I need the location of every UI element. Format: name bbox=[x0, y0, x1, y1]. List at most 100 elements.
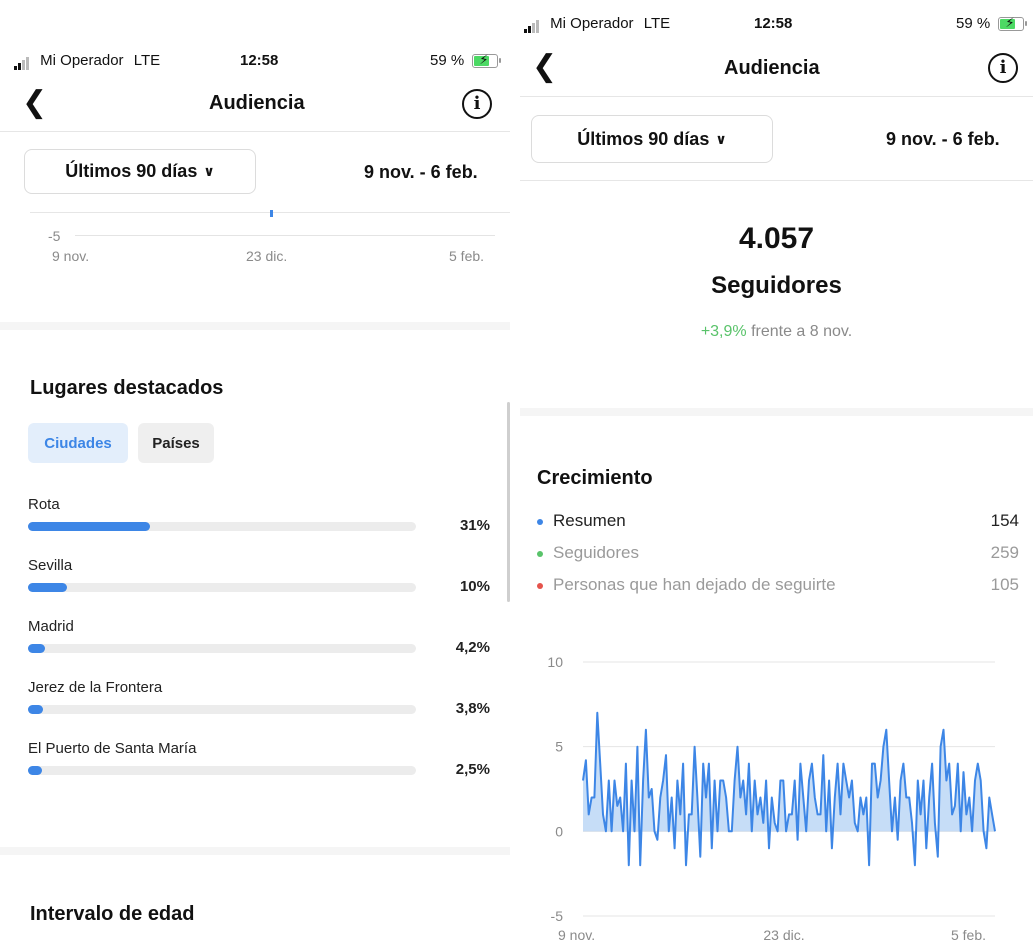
legend-row: Resumen 154 bbox=[537, 511, 1019, 531]
battery-icon: ⚡ bbox=[472, 52, 502, 69]
section-separator bbox=[0, 847, 510, 855]
legend-label: Personas que han dejado de seguirte bbox=[553, 575, 836, 594]
legend-value: 105 bbox=[990, 575, 1019, 594]
carrier-name: Mi Operador bbox=[550, 15, 634, 32]
date-range-dropdown[interactable]: Últimos 90 días ∨ bbox=[531, 115, 773, 163]
scroll-indicator[interactable] bbox=[507, 402, 510, 602]
battery-icon: ⚡ bbox=[998, 15, 1028, 32]
legend-dot-icon bbox=[537, 582, 543, 589]
info-icon: i bbox=[473, 93, 481, 114]
mini-x-tick: 9 nov. bbox=[52, 248, 90, 264]
status-battery: 59 % ⚡ bbox=[430, 52, 502, 69]
mini-x-tick: 23 dic. bbox=[246, 248, 288, 264]
signal-icon bbox=[14, 53, 30, 70]
city-bar-fill bbox=[28, 583, 67, 592]
change-suffix: frente a 8 nov. bbox=[746, 323, 853, 340]
tab-countries[interactable]: Países bbox=[138, 423, 214, 463]
city-row: Rota 31% bbox=[28, 496, 496, 546]
city-bar-track bbox=[28, 583, 416, 592]
x-tick-label: 5 feb. bbox=[951, 927, 986, 943]
city-name: Sevilla bbox=[28, 557, 73, 574]
city-bar-fill bbox=[28, 522, 150, 531]
chart-mark bbox=[270, 210, 273, 217]
y-tick-label: -5 bbox=[551, 908, 564, 924]
city-name: El Puerto de Santa María bbox=[28, 740, 197, 757]
chevron-down-icon: ∨ bbox=[203, 163, 215, 179]
city-name: Rota bbox=[28, 496, 60, 513]
status-time: 12:58 bbox=[754, 15, 793, 32]
header-divider bbox=[0, 131, 510, 132]
signal-icon bbox=[524, 16, 540, 33]
city-percent: 31% bbox=[459, 517, 490, 534]
chevron-down-icon: ∨ bbox=[715, 130, 727, 147]
city-bar-track bbox=[28, 705, 416, 714]
info-button[interactable]: i bbox=[462, 89, 492, 119]
legend-label: Resumen bbox=[553, 511, 626, 530]
followers-count: 4.057 bbox=[738, 222, 815, 255]
city-percent: 3,8% bbox=[455, 700, 490, 717]
date-range-text: 9 nov. - 6 feb. bbox=[886, 129, 1000, 149]
city-bar-track bbox=[28, 522, 416, 531]
page-title: Audiencia bbox=[209, 92, 305, 114]
chevron-left-icon: ❮ bbox=[22, 86, 48, 119]
page-title: Audiencia bbox=[724, 57, 820, 79]
tab-label: Ciudades bbox=[44, 434, 112, 452]
city-bar-track bbox=[28, 766, 416, 775]
change-percent: +3,9% bbox=[700, 323, 747, 340]
x-tick-label: 9 nov. bbox=[558, 927, 595, 943]
city-percent: 2,5% bbox=[455, 761, 490, 778]
x-tick-label: 23 dic. bbox=[763, 927, 804, 943]
chevron-left-icon: ❮ bbox=[532, 50, 558, 83]
back-button[interactable]: ❮ bbox=[532, 52, 557, 82]
mini-gridline bbox=[75, 235, 495, 236]
tab-cities[interactable]: Ciudades bbox=[28, 423, 128, 463]
carrier-name: Mi Operador bbox=[40, 52, 124, 69]
section-separator bbox=[520, 408, 1033, 416]
legend-value: 154 bbox=[990, 511, 1019, 530]
info-button[interactable]: i bbox=[988, 53, 1018, 83]
back-button[interactable]: ❮ bbox=[22, 88, 47, 118]
places-title: Lugares destacados bbox=[30, 377, 224, 399]
followers-label: Seguidores bbox=[711, 272, 842, 299]
status-time: 12:58 bbox=[240, 52, 279, 69]
city-bar-track bbox=[28, 644, 416, 653]
section-separator bbox=[0, 322, 510, 330]
tab-label: Países bbox=[152, 434, 200, 452]
y-tick-label: 0 bbox=[555, 823, 563, 839]
legend-dot-icon bbox=[537, 518, 543, 525]
city-name: Jerez de la Frontera bbox=[28, 679, 163, 696]
battery-percent: 59 % bbox=[956, 15, 991, 32]
city-name: Madrid bbox=[28, 618, 74, 635]
legend-row: Seguidores 259 bbox=[537, 543, 1019, 563]
growth-title: Crecimiento bbox=[537, 467, 653, 489]
legend-value: 259 bbox=[990, 543, 1019, 562]
battery-percent: 59 % bbox=[430, 52, 465, 69]
mini-x-tick: 5 feb. bbox=[449, 248, 485, 264]
followers-change: +3,9% frente a 8 nov. bbox=[520, 323, 1033, 341]
city-row: Jerez de la Frontera 3,8% bbox=[28, 679, 496, 729]
city-percent: 10% bbox=[459, 578, 490, 595]
city-row: Madrid 4,2% bbox=[28, 618, 496, 668]
city-row: Sevilla 10% bbox=[28, 557, 496, 607]
y-tick-label: 5 bbox=[555, 739, 563, 755]
range-divider bbox=[520, 180, 1033, 181]
mini-y-tick: -5 bbox=[48, 228, 61, 244]
date-range-label: Últimos 90 días bbox=[65, 161, 198, 181]
network-type: LTE bbox=[643, 15, 671, 32]
city-bar-fill bbox=[28, 644, 45, 653]
network-type: LTE bbox=[133, 52, 161, 69]
date-range-label: Últimos 90 días bbox=[577, 128, 710, 149]
growth-chart: 10 5 0 -5 9 nov. 23 dic. 5 feb. bbox=[547, 654, 996, 943]
header-divider bbox=[520, 96, 1033, 97]
city-bar-fill bbox=[28, 766, 42, 775]
city-percent: 4,2% bbox=[455, 639, 490, 656]
status-battery: 59 % ⚡ bbox=[956, 15, 1028, 32]
age-title: Intervalo de edad bbox=[30, 903, 195, 925]
y-tick-label: 10 bbox=[547, 654, 563, 670]
legend-dot-icon bbox=[537, 550, 543, 557]
legend-label: Seguidores bbox=[553, 543, 640, 562]
legend-row: Personas que han dejado de seguirte 105 bbox=[537, 575, 1019, 595]
date-range-dropdown[interactable]: Últimos 90 días ∨ bbox=[24, 149, 256, 194]
status-bar-left: Mi Operador LTE bbox=[14, 52, 160, 70]
date-range-text: 9 nov. - 6 feb. bbox=[364, 162, 478, 182]
